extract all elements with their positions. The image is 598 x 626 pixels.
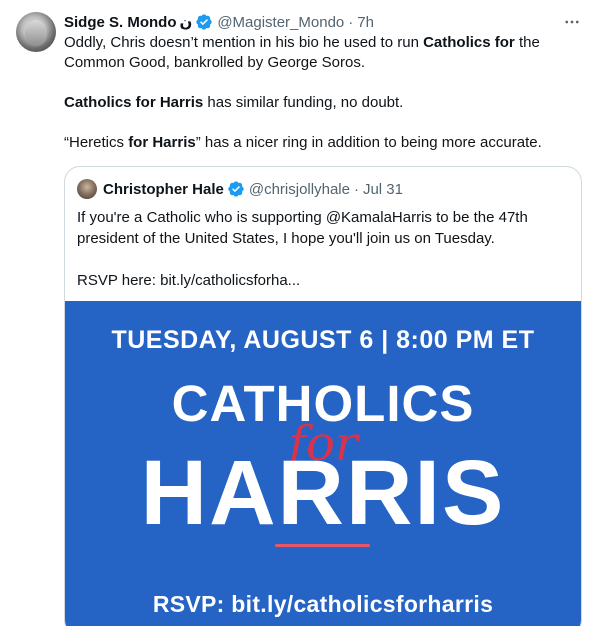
tweet-timestamp[interactable]: 7h bbox=[357, 14, 374, 31]
author-handle[interactable]: @Magister_Mondo bbox=[217, 14, 344, 31]
media-harris-text: HARRIS bbox=[140, 442, 506, 544]
quoted-tweet-header: Christopher Hale @chrisjollyhale · Jul 3… bbox=[77, 179, 403, 199]
quoted-tweet-text: If you're a Catholic who is supporting @… bbox=[77, 207, 571, 291]
quoted-author-name: Christopher Hale bbox=[103, 180, 224, 198]
quoted-author-avatar bbox=[77, 179, 97, 199]
separator-dot: · bbox=[348, 13, 354, 31]
tweet[interactable]: Sidge S. Mondo ن @Magister_Mondo · 7h Od… bbox=[0, 0, 598, 626]
more-horizontal-icon bbox=[565, 20, 579, 24]
quoted-author-handle: @chrisjollyhale bbox=[248, 180, 350, 198]
more-options-button[interactable] bbox=[560, 12, 584, 32]
media-rsvp-text: RSVP: bit.ly/catholicsforharris bbox=[152, 591, 494, 617]
tweet-header: Sidge S. Mondo ن @Magister_Mondo · 7h bbox=[64, 12, 374, 32]
tweet-paragraph-3: “Heretics for Harris” has a nicer ring i… bbox=[64, 134, 542, 151]
separator-dot: · bbox=[353, 180, 359, 198]
verified-badge-icon bbox=[228, 181, 244, 197]
quoted-tweet[interactable]: Christopher Hale @chrisjollyhale · Jul 3… bbox=[64, 166, 582, 626]
quoted-line-1: If you're a Catholic who is supporting @… bbox=[77, 209, 528, 226]
author-name-suffix: ن bbox=[179, 14, 193, 31]
quoted-media-image[interactable]: TUESDAY, AUGUST 6 | 8:00 PM ET CATHOLICS… bbox=[65, 301, 581, 626]
media-date-line: TUESDAY, AUGUST 6 | 8:00 PM ET bbox=[111, 326, 535, 354]
tweet-text: Oddly, Chris doesn’t mention in his bio … bbox=[64, 33, 584, 153]
quoted-rsvp-line: RSVP here: bit.ly/catholicsforha... bbox=[77, 272, 301, 289]
avatar-face bbox=[25, 20, 47, 46]
tweet-paragraph-1: Oddly, Chris doesn’t mention in his bio … bbox=[64, 34, 540, 71]
tweet-paragraph-2: Catholics for Harris has similar funding… bbox=[64, 94, 404, 111]
quoted-line-2: president of the United States, I hope y… bbox=[77, 230, 495, 247]
verified-badge-icon bbox=[196, 14, 212, 30]
media-underline-divider bbox=[275, 544, 370, 547]
quoted-tweet-timestamp: Jul 31 bbox=[362, 180, 403, 198]
author-name[interactable]: Sidge S. Mondo bbox=[64, 14, 177, 31]
author-avatar[interactable] bbox=[16, 12, 56, 52]
